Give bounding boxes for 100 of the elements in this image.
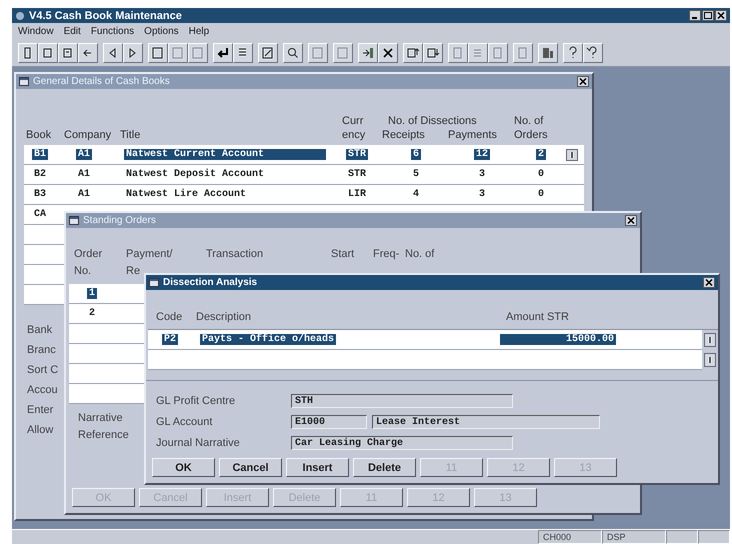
app-icon xyxy=(15,10,25,20)
field-label: Journal Narrative xyxy=(156,437,241,449)
table-cell: Payts - Office o/heads xyxy=(200,334,336,345)
column-header: Description xyxy=(196,311,252,325)
table-cell: Natwest Current Account xyxy=(124,149,326,160)
table-cell-text: A1 xyxy=(77,189,92,200)
table-cell-text: 2 xyxy=(88,308,96,319)
menu-item[interactable]: Help xyxy=(188,26,210,37)
column-header: Code xyxy=(156,311,184,325)
column-group-header: No. of Dissections xyxy=(388,114,477,128)
table-row[interactable]: B3 A1 Natwest Lire Account LIR 4 3 0 xyxy=(24,185,584,205)
column-header: Amount STR xyxy=(506,311,569,325)
field-label: Bank xyxy=(27,323,52,338)
table-row[interactable] xyxy=(69,344,145,364)
table-row[interactable]: P2 Payts - Office o/heads 15000.00 xyxy=(148,330,702,350)
table-row[interactable]: 2 xyxy=(69,304,145,324)
field-label: Allow xyxy=(27,423,54,438)
status-field: DSP xyxy=(602,530,666,544)
table-cell: STR xyxy=(346,149,368,160)
table-cell-text: 0 xyxy=(536,169,545,180)
field-label: Branc xyxy=(27,343,56,358)
column-header: Title xyxy=(120,128,142,143)
input-field[interactable]: E1000 xyxy=(291,415,367,429)
table-row[interactable]: B2 A1 Natwest Deposit Account STR 5 3 0 xyxy=(24,165,584,185)
table-row[interactable] xyxy=(69,384,145,404)
column-header: Curr ency xyxy=(342,114,366,143)
field-label: GL Profit Centre xyxy=(156,395,236,407)
table-cell-text: 3 xyxy=(478,169,486,180)
scroll-down-button[interactable] xyxy=(704,353,716,367)
column-header: Receipts xyxy=(382,128,426,143)
window-icon xyxy=(149,278,159,287)
field-label: Narrative xyxy=(78,412,123,424)
window-title: Dissection Analysis xyxy=(163,277,258,288)
column-header: No. of xyxy=(405,247,434,262)
close-button[interactable] xyxy=(625,215,637,226)
window-icon xyxy=(19,77,29,86)
table-cell: B1 xyxy=(32,149,48,160)
column-header: Payments xyxy=(448,128,498,143)
table-cell-text: A1 xyxy=(77,169,92,180)
table-cell-text: Natwest Deposit Account xyxy=(125,169,266,180)
scroll-up-button[interactable] xyxy=(566,148,578,160)
menu-item[interactable]: Functions xyxy=(90,26,134,37)
field-label: Sort C xyxy=(27,363,58,378)
table-cell-text: 3 xyxy=(478,189,486,200)
table-cell: 2 xyxy=(536,149,546,160)
button[interactable]: Delete xyxy=(353,458,416,477)
column-header: Start xyxy=(331,247,356,262)
close-button[interactable] xyxy=(577,76,589,87)
close-button[interactable] xyxy=(715,10,727,21)
table-cell: 6 xyxy=(410,149,421,160)
window-icon xyxy=(69,216,79,225)
table-cell-text: STR xyxy=(347,169,368,180)
status-field xyxy=(666,530,698,544)
button[interactable]: OK xyxy=(152,458,215,477)
table-cell-text: 4 xyxy=(412,189,420,200)
table-cell: P2 xyxy=(162,334,178,345)
table-cell-text: Natwest Lire Account xyxy=(125,189,248,200)
field-label: Accou xyxy=(27,383,58,398)
column-header: Payment/ Re xyxy=(126,247,174,278)
table-cell-text: B3 xyxy=(33,189,48,200)
input-field[interactable]: STH xyxy=(291,394,513,408)
table-cell: 12 xyxy=(474,149,490,160)
column-header: Order No. xyxy=(74,247,104,279)
input-field[interactable]: Car Leasing Charge xyxy=(291,436,513,450)
table-cell-text: 0 xyxy=(536,189,545,200)
button[interactable]: Cancel xyxy=(219,458,282,477)
column-header: Company xyxy=(64,128,112,143)
status-field: CH000 xyxy=(538,530,602,544)
window-title: V4.5 Cash Book Maintenance xyxy=(29,10,183,22)
table-cell-text: B2 xyxy=(33,169,48,180)
table-row[interactable]: 1 xyxy=(69,284,145,304)
table-row[interactable] xyxy=(69,364,145,384)
maximize-button[interactable] xyxy=(702,10,714,21)
table-cell-text: LIR xyxy=(347,189,368,200)
table-cell: 1 xyxy=(87,288,98,299)
table-cell-text: CA xyxy=(33,209,48,220)
table-cell: A1 xyxy=(76,149,92,160)
menu-item[interactable]: Options xyxy=(144,26,179,37)
table-cell-text: 5 xyxy=(412,169,420,180)
menu-item[interactable]: Window xyxy=(18,26,54,37)
table-cell: 15000.00 xyxy=(500,334,616,345)
column-header: Book xyxy=(26,128,52,143)
field-label: GL Account xyxy=(156,416,214,428)
menu-item[interactable]: Edit xyxy=(64,26,81,37)
window-title: General Details of Cash Books xyxy=(33,76,171,87)
insert-row-icon[interactable] xyxy=(360,45,376,61)
table-row[interactable]: B1 A1 Natwest Current Account STR 6 12 2 xyxy=(24,145,584,165)
close-button[interactable] xyxy=(703,277,715,288)
button[interactable]: Insert xyxy=(286,458,349,477)
minimize-button[interactable] xyxy=(689,10,701,21)
column-header: Transaction xyxy=(206,247,264,262)
table-row[interactable] xyxy=(69,324,145,344)
scroll-up-button[interactable] xyxy=(704,333,716,347)
field-label: Enter xyxy=(27,403,54,418)
input-field[interactable]: Lease Interest xyxy=(372,415,600,429)
column-header: Freq- xyxy=(373,247,400,262)
column-header: No. of Orders xyxy=(514,114,549,143)
window-title: Standing Orders xyxy=(83,215,157,226)
field-label: Reference xyxy=(78,429,129,441)
status-field xyxy=(698,530,730,544)
